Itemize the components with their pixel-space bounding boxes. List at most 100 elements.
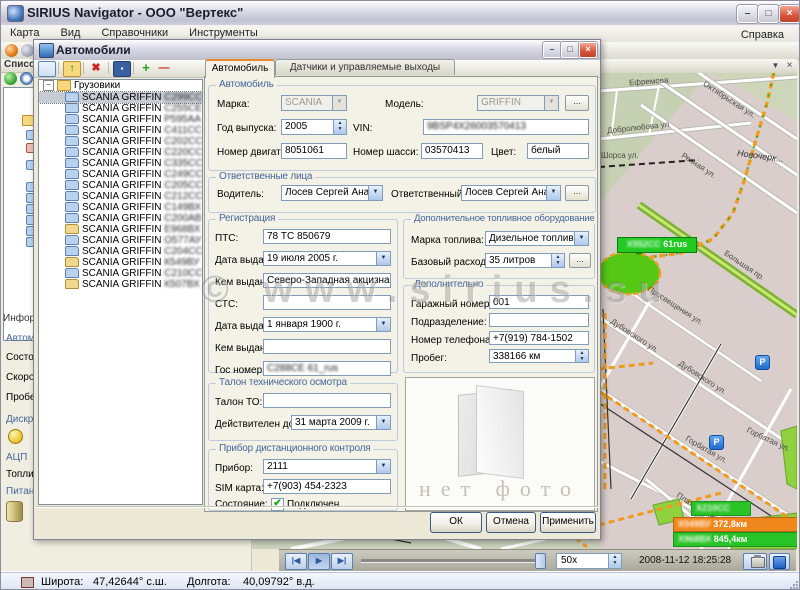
restore-button[interactable]: □ [758, 5, 779, 23]
model-browse-button[interactable]: ... [565, 95, 589, 111]
pts-field[interactable]: 78 ТС 850679 [263, 229, 391, 244]
connected-checkbox[interactable]: ✔ [271, 498, 284, 511]
eye-icon[interactable] [20, 72, 33, 85]
close-panel-icon[interactable]: × [783, 60, 796, 71]
tree-item[interactable]: SCANIA GRIFFIN Е968ВХ 161rus [39, 224, 202, 235]
route-label[interactable]: Х968ВХ 845,4км [673, 532, 797, 547]
apply-button[interactable]: Применить [540, 512, 596, 533]
route-label[interactable]: Х549ВУ 372,8км [673, 517, 797, 532]
pts-issuer-field[interactable]: Северо-Западная акцизная т [263, 273, 391, 288]
tab-sensors[interactable]: Датчики и управляемые выходы [275, 59, 455, 75]
fuel-brand-combo[interactable]: Дизельное топливо▼ [485, 231, 589, 246]
save-icon[interactable]: ▪ [113, 61, 131, 77]
skip-back-button[interactable]: |◀ [285, 553, 307, 570]
remove-icon[interactable]: — [156, 61, 172, 75]
inspection-ticket-field[interactable] [263, 393, 391, 408]
tree-item[interactable]: SCANIA GRIFFIN С210СС 61rus [39, 268, 202, 279]
playback-slider-handle[interactable] [535, 553, 546, 569]
mileage-spinner[interactable]: 338166 км▲▼ [489, 349, 589, 363]
menu-tools[interactable]: Инструменты [180, 25, 267, 39]
device-combo[interactable]: 2111▼ [263, 459, 391, 474]
truck-icon [65, 158, 79, 168]
tree-item[interactable]: SCANIA GRIFFIN С411СС 61rus [39, 125, 202, 136]
persons-browse-button[interactable]: ... [565, 185, 589, 201]
menu-map[interactable]: Карта [1, 25, 48, 39]
menu-view[interactable]: Вид [52, 25, 90, 39]
vehicle-map-label[interactable]: Х552СС 61rus [617, 237, 697, 253]
phone-field[interactable]: +7(919) 784-1502 [489, 331, 589, 345]
application-window: SIRIUS Navigator - ООО "Вертекс" – □ × К… [0, 0, 800, 590]
parking-icon[interactable]: P [755, 355, 770, 370]
tree-item-label: С200АВ [164, 213, 201, 224]
sts-date-picker[interactable]: 1 января 1900 г.▼ [263, 317, 391, 332]
tree-item[interactable]: SCANIA GRIFFIN С255СЕ 61rus [39, 103, 202, 114]
tree-item[interactable]: SCANIA GRIFFIN С212СС 61rus [39, 191, 202, 202]
driver-combo[interactable]: Лосев Сергей Анатоль▼ [281, 185, 383, 201]
tree-item[interactable]: SCANIA GRIFFIN С220СС 61rus [39, 147, 202, 158]
cancel-button[interactable]: Отмена [486, 512, 536, 533]
tree-item[interactable]: SCANIA GRIFFIN К549ВУ 161rus [39, 257, 202, 268]
add-icon[interactable]: + [138, 61, 154, 75]
pts-date-picker[interactable]: 19 июля 2005 г.▼ [263, 251, 391, 266]
tree-item-label: 161rus [199, 257, 203, 268]
play-button[interactable]: ▶ [308, 553, 330, 570]
dialog-close-button[interactable]: × [579, 42, 597, 58]
tree-item[interactable]: SCANIA GRIFFIN С335СС 61rus [39, 158, 202, 169]
vin-field[interactable]: 9BSP4X26003570413 [423, 119, 589, 135]
tree-item[interactable]: SCANIA GRIFFIN О577АУ 61rus [39, 235, 202, 246]
engine-field[interactable]: 8051061 [281, 143, 347, 159]
map-icon [773, 556, 786, 569]
tree-item[interactable]: SCANIA GRIFFIN С200АВ 61rus [39, 213, 202, 224]
skip-forward-button[interactable]: ▶| [331, 553, 353, 570]
speed-spinner[interactable]: 50x▲▼ [556, 553, 622, 569]
tab-vehicle[interactable]: Автомобиль [205, 59, 275, 78]
minimize-button[interactable]: – [737, 5, 758, 23]
dialog-minimize-button[interactable]: – [543, 42, 561, 58]
globe-icon[interactable] [4, 72, 17, 85]
vehicle-tree[interactable]: −Грузовики SCANIA GRIFFIN С299СС 61rusSC… [38, 79, 203, 505]
valid-until-picker[interactable]: 31 марта 2009 г.▼ [291, 415, 391, 430]
collapse-icon[interactable]: ▼ [769, 60, 782, 71]
chassis-field[interactable]: 03570413 [421, 143, 483, 159]
map-view-button[interactable] [769, 553, 790, 570]
tree-item[interactable]: SCANIA GRIFFIN К507ВХ 161rus [39, 279, 202, 290]
consumption-spinner[interactable]: 35 литров▲▼ [485, 253, 565, 268]
garage-field[interactable]: 001 [489, 295, 589, 309]
tree-item[interactable]: SCANIA GRIFFIN С204СС 61rus [39, 246, 202, 257]
tree-item[interactable]: SCANIA GRIFFIN С205СС 61rus [39, 180, 202, 191]
responsible-combo[interactable]: Лосев Сергей Анатоль▼ [461, 185, 561, 201]
tree-item[interactable]: SCANIA GRIFFIN С149ВХ 161rus [39, 202, 202, 213]
title-bar[interactable]: SIRIUS Navigator - ООО "Вертекс" – □ × [1, 1, 800, 26]
inspection-ticket-label: Талон ТО: [215, 397, 262, 408]
consumption-browse-button[interactable]: ... [569, 253, 591, 268]
marka-label: Марка: [217, 99, 250, 110]
dialog-title-bar[interactable]: Автомобили – □ × [34, 40, 600, 61]
vehicle-card-icon[interactable] [38, 61, 56, 77]
year-spinner[interactable]: 2005▲▼ [281, 119, 347, 135]
tree-item[interactable]: SCANIA GRIFFIN С249СС 61rus [39, 169, 202, 180]
playback-track[interactable] [361, 559, 541, 563]
tree-item[interactable]: SCANIA GRIFFIN С299СС 61rus [39, 92, 202, 103]
folder-up-icon[interactable]: ↑ [63, 61, 81, 77]
print-button[interactable] [743, 553, 767, 570]
division-field[interactable] [489, 313, 589, 327]
compass-icon[interactable] [5, 44, 18, 57]
collapse-expander-icon[interactable]: − [43, 80, 54, 91]
dialog-restore-button[interactable]: □ [561, 42, 579, 58]
sts-issuer-field[interactable] [263, 339, 391, 354]
playback-bar: |◀ ▶ ▶| 50x▲▼ 2008-11-12 18:25:28 [279, 549, 796, 572]
ok-button[interactable]: ОК [430, 512, 482, 533]
tree-item[interactable]: SCANIA GRIFFIN С202СС 61rus [39, 136, 202, 147]
sts-field[interactable] [263, 295, 391, 310]
tree-root[interactable]: −Грузовики [39, 80, 202, 92]
sim-field[interactable]: +7(903) 454-2323 [263, 479, 391, 494]
tree-item[interactable]: SCANIA GRIFFIN Р595АА 61rus [39, 114, 202, 125]
parking-icon[interactable]: P [709, 435, 724, 450]
route-label[interactable]: Х210СС [691, 501, 751, 516]
color-field[interactable]: белый [527, 143, 589, 159]
menu-directories[interactable]: Справочники [92, 25, 177, 39]
delete-icon[interactable]: ✖ [88, 61, 104, 75]
close-button[interactable]: × [779, 5, 800, 23]
menu-help[interactable]: Справка [732, 27, 793, 41]
gos-number-field[interactable]: С288СЕ 61_rus [263, 361, 391, 376]
